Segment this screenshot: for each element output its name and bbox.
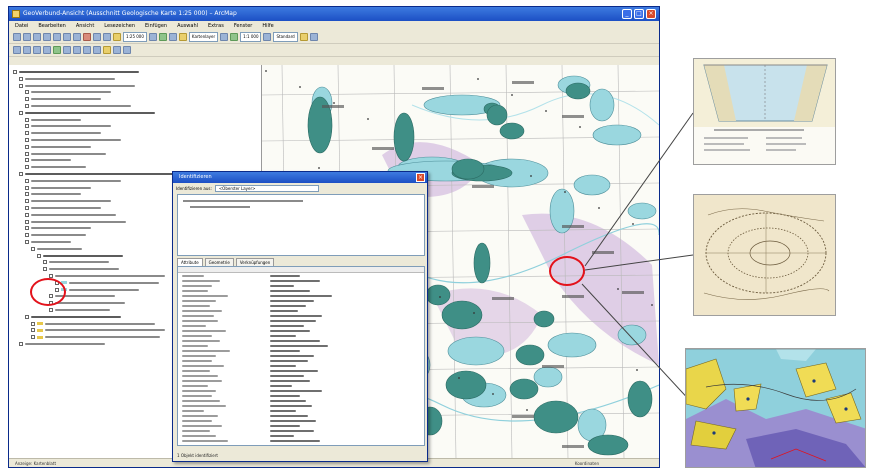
sketch-map-icon (694, 195, 835, 315)
colored-geological-map-icon (686, 349, 865, 467)
callout-sketch (693, 194, 836, 316)
callout-cross-section (693, 58, 836, 165)
cross-section-drawing-icon (694, 59, 835, 151)
callout-detail-map (685, 348, 866, 468)
